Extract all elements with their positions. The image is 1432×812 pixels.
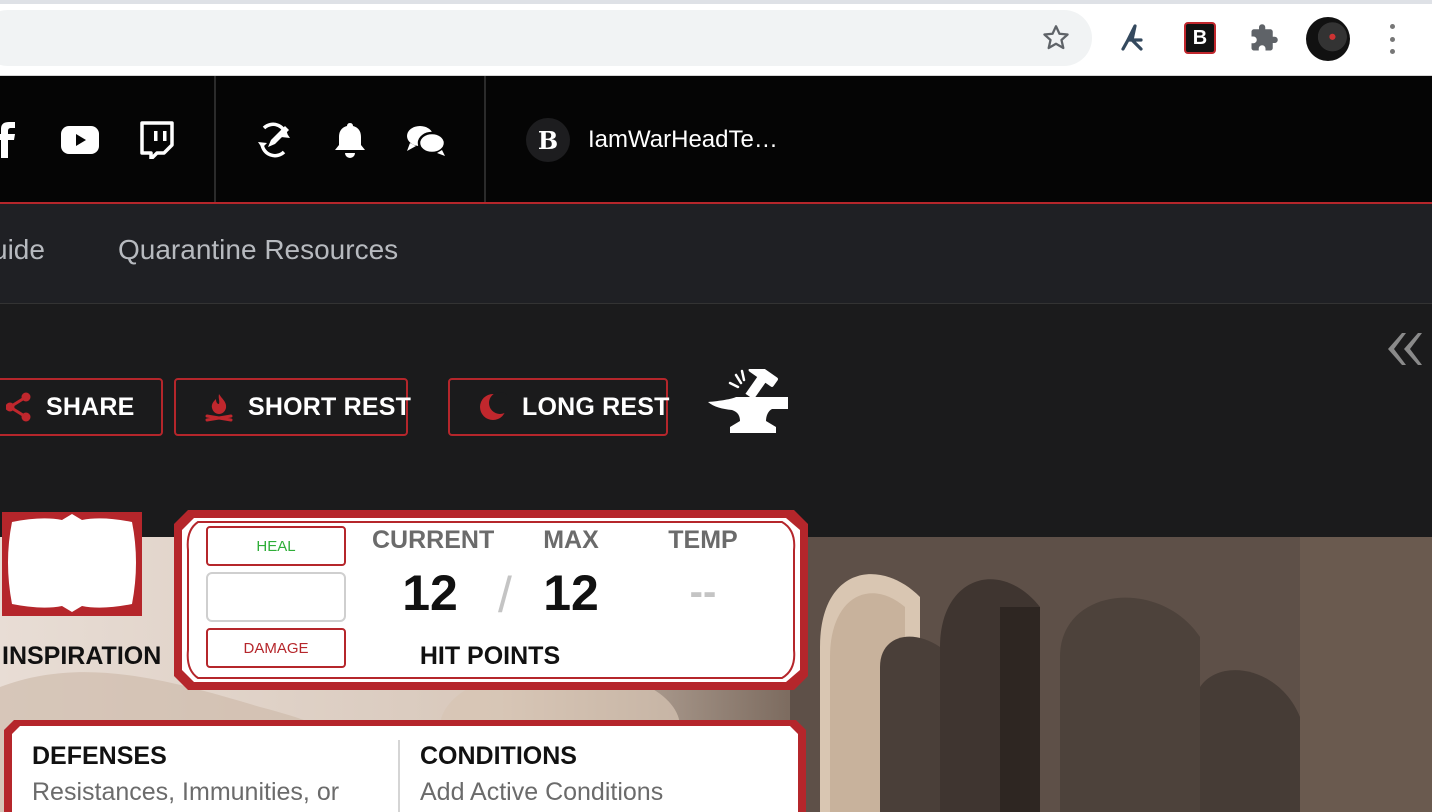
tab-strip xyxy=(0,0,1432,4)
header-divider xyxy=(484,76,486,202)
max-hp: MAX xyxy=(520,526,622,555)
current-hp-label: CURRENT xyxy=(372,526,495,554)
address-bar[interactable] xyxy=(0,10,1092,66)
share-label: SHARE xyxy=(46,392,135,421)
hp-amount-input[interactable] xyxy=(206,572,346,622)
moon-icon xyxy=(478,392,508,422)
twitch-icon[interactable] xyxy=(136,120,176,160)
share-button[interactable]: SHARE xyxy=(0,378,163,436)
current-hp-value-wrap: 12 xyxy=(372,564,488,622)
b-extension-icon[interactable]: B xyxy=(1184,22,1216,54)
inspiration-label: INSPIRATION xyxy=(2,642,162,670)
max-hp-label: MAX xyxy=(543,526,599,554)
temp-hp: TEMP xyxy=(654,526,752,555)
conditions-text[interactable]: Add Active Conditions xyxy=(420,778,663,807)
star-icon[interactable] xyxy=(1040,22,1072,54)
damage-button[interactable]: DAMAGE xyxy=(206,628,346,668)
youtube-icon[interactable] xyxy=(60,120,100,160)
max-hp-value: 12 xyxy=(543,565,599,621)
kebab-menu-icon[interactable] xyxy=(1386,24,1398,54)
long-rest-button[interactable]: LONG REST xyxy=(448,378,670,436)
ddb-logo-icon: B xyxy=(526,118,570,162)
temp-hp-label: TEMP xyxy=(668,526,738,554)
secondary-nav: uide Quarantine Resources xyxy=(0,204,1432,304)
hp-separator: / xyxy=(498,567,512,623)
inspiration-toggle[interactable] xyxy=(2,512,142,616)
temp-hp-value-wrap: -- xyxy=(654,570,752,615)
short-rest-label: SHORT REST xyxy=(248,392,412,421)
heal-button[interactable]: HEAL xyxy=(206,526,346,566)
user-menu[interactable]: B IamWarHeadTe… xyxy=(526,118,778,162)
app-root: B B IamWarHeadTe… ide Quarantine Resourc… xyxy=(0,0,1432,812)
nav-item-quarantine-resources[interactable]: Quarantine Resources xyxy=(118,234,398,266)
defenses-text[interactable]: Resistances, Immunities, or xyxy=(32,778,339,807)
double-chevron-left-icon[interactable] xyxy=(1384,329,1424,369)
long-rest-label: LONG REST xyxy=(522,392,670,421)
character-actions-bar: SHARE SHORT REST LONG REST xyxy=(0,305,1432,537)
site-header: B IamWarHeadTe… xyxy=(0,76,1432,204)
campfire-icon xyxy=(204,392,234,422)
current-hp: CURRENT xyxy=(372,526,495,555)
current-hp-value[interactable]: 12 xyxy=(372,564,488,622)
defenses-title: DEFENSES xyxy=(32,742,167,770)
header-divider xyxy=(214,76,216,202)
nav-item-guide[interactable]: uide xyxy=(0,234,45,266)
edit-sync-icon[interactable] xyxy=(254,120,294,160)
username: IamWarHeadTe… xyxy=(588,126,778,153)
temp-hp-value[interactable]: -- xyxy=(654,570,752,615)
anvil-hammer-icon[interactable] xyxy=(706,369,792,439)
tool-extension-icon[interactable] xyxy=(1118,22,1150,54)
hit-points-title: HIT POINTS xyxy=(419,642,561,670)
browser-toolbar: B xyxy=(0,0,1432,76)
chat-icon[interactable] xyxy=(406,120,446,160)
panel-divider xyxy=(398,740,400,812)
short-rest-button[interactable]: SHORT REST xyxy=(174,378,412,436)
max-hp-value-wrap: 12 xyxy=(520,564,622,622)
puzzle-extensions-icon[interactable] xyxy=(1248,22,1280,54)
share-icon xyxy=(6,392,32,422)
profile-avatar[interactable] xyxy=(1306,17,1350,61)
conditions-title: CONDITIONS xyxy=(420,742,577,770)
bell-icon[interactable] xyxy=(330,120,370,160)
facebook-icon[interactable] xyxy=(0,120,22,160)
